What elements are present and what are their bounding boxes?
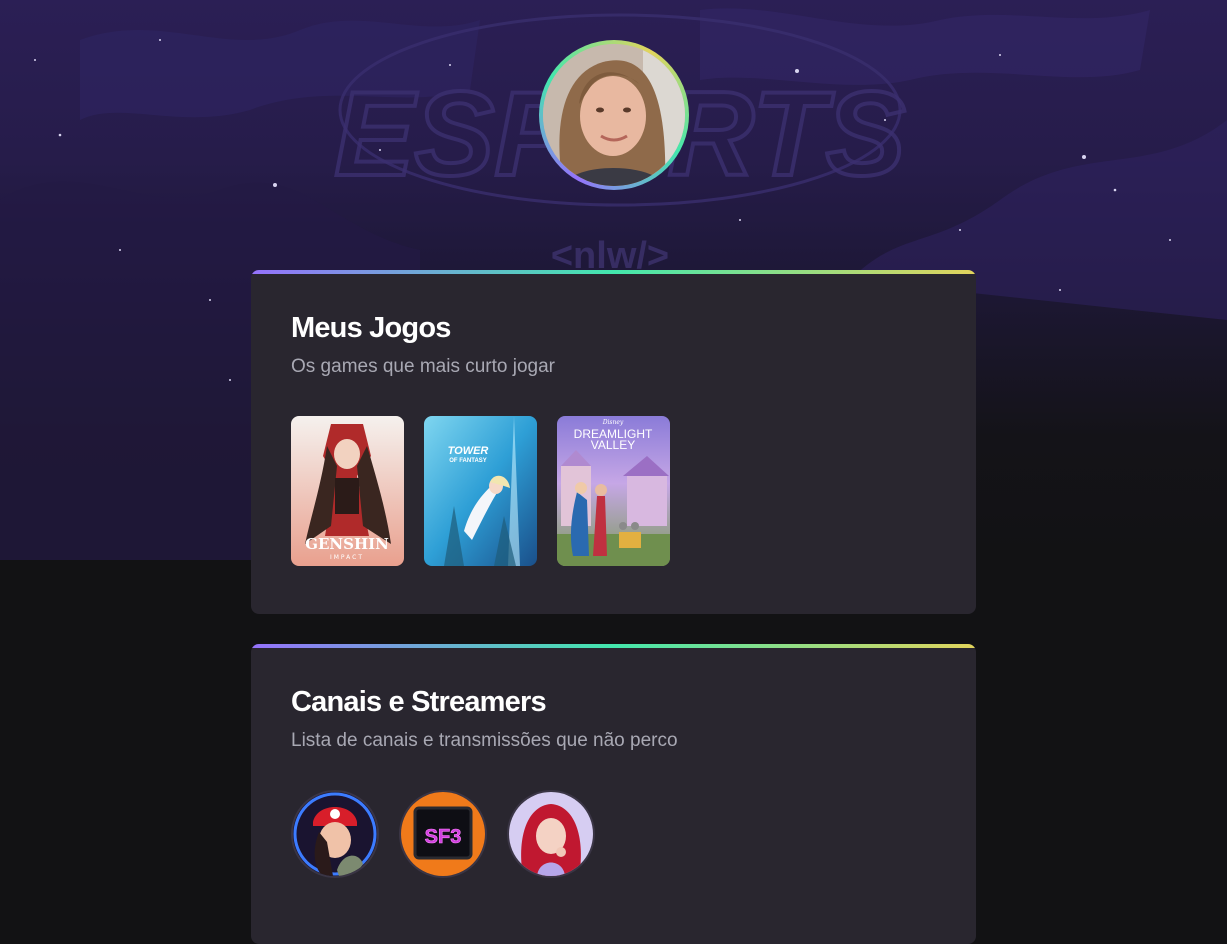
dreamlight-logo-top: Disney [602,419,624,426]
game-dreamlight-valley[interactable]: Disney DREAMLIGHT VALLEY [557,416,670,566]
sf3-logo-text: SF3 [425,826,462,848]
profile-avatar[interactable] [539,40,689,190]
game-genshin-impact[interactable]: GENSHIN IMPACT [291,416,404,566]
streamer-avatar-1[interactable] [291,790,379,878]
games-section-title: Meus Jogos [291,312,451,344]
games-card: Meus Jogos Os games que mais curto jogar… [251,270,976,614]
streamers-section-title: Canais e Streamers [291,686,547,718]
tof-logo-line1: TOWER [448,445,489,457]
genshin-logo-line1: GENSHIN [305,535,389,553]
streamers-card: Canais e Streamers Lista de canais e tra… [251,644,976,944]
streamers-section-subtitle: Lista de canais e transmissões que não p… [291,730,678,751]
streamers-list: SF3 [291,790,936,878]
streamer-avatar-2[interactable]: SF3 [399,790,487,878]
genshin-logo-line2: IMPACT [330,554,364,561]
streamer-avatar-3[interactable] [507,790,595,878]
tof-logo-line2: OF FANTASY [449,458,487,464]
games-list: GENSHIN IMPACT TOWER OF FANTASY Disney D… [291,416,936,566]
dreamlight-logo-line2: VALLEY [591,438,635,452]
user-avatar-photo [543,44,685,186]
games-section-subtitle: Os games que mais curto jogar [291,356,556,377]
game-tower-of-fantasy[interactable]: TOWER OF FANTASY [424,416,537,566]
